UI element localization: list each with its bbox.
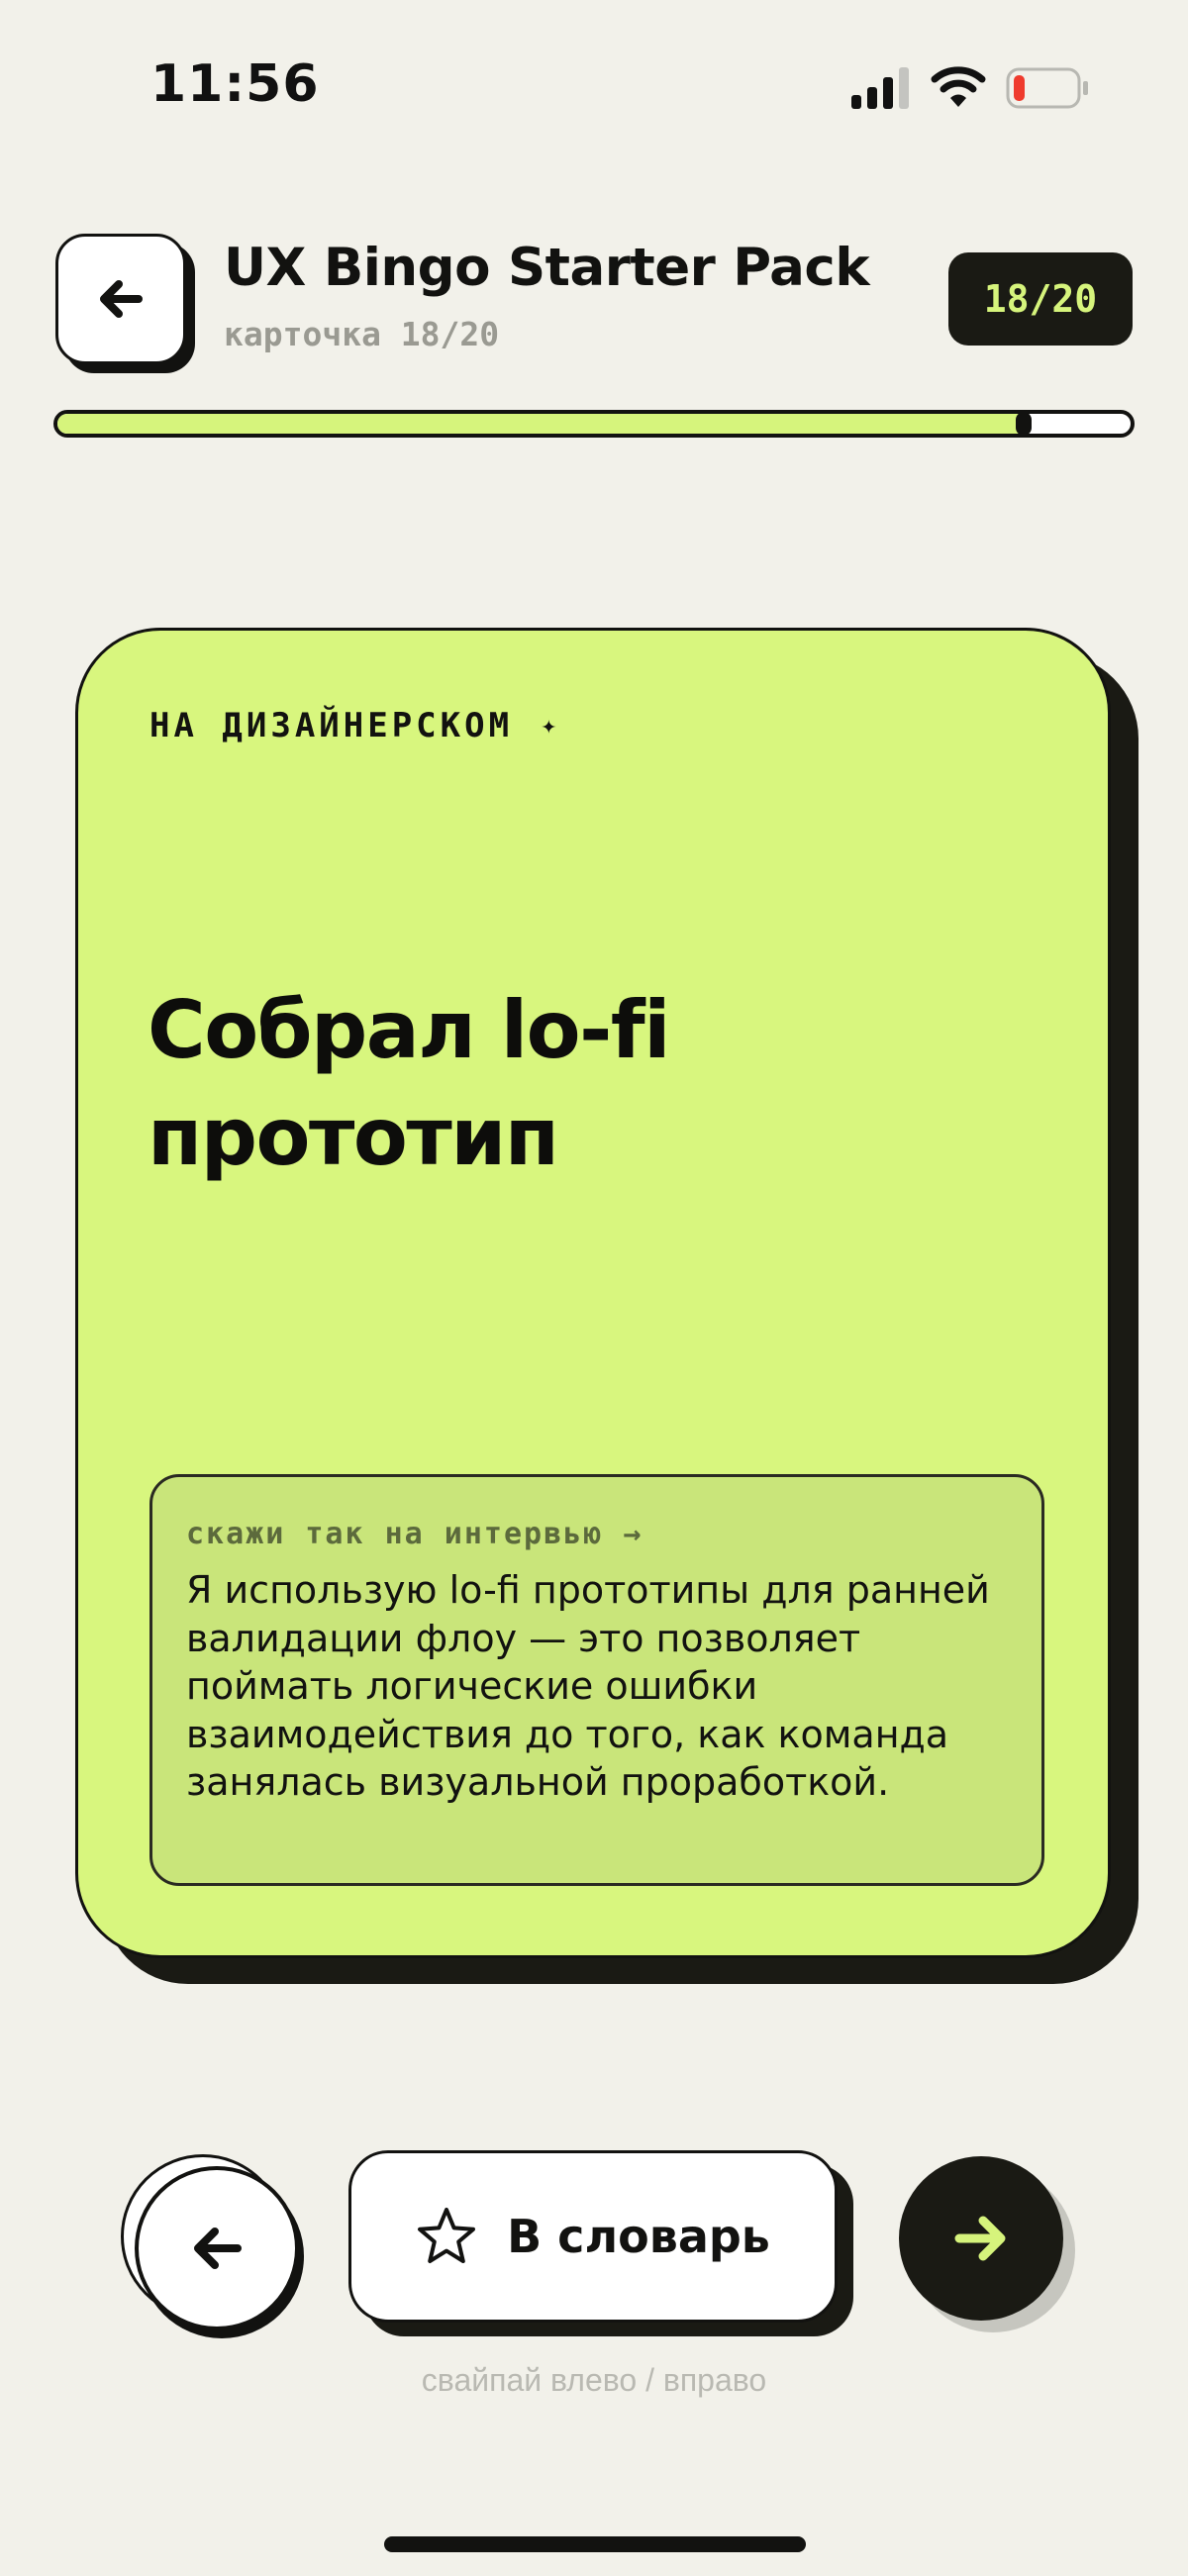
progress-bar [53, 410, 1135, 438]
card-term: Собрал lo-fi прототип [148, 984, 671, 1183]
card-counter-label: карточка 18/20 [224, 315, 500, 353]
card-category-label: НА ДИЗАЙНЕРСКОМ [149, 706, 514, 745]
wifi-icon [931, 66, 986, 107]
arrow-left-icon [194, 2228, 242, 2269]
swipe-hint: свайпай влево / вправо [421, 2362, 767, 2398]
page-title: UX Bingo Starter Pack [224, 238, 870, 298]
star-outline-icon [418, 2208, 476, 2263]
back-button[interactable] [55, 234, 186, 364]
add-to-dictionary-label: В словарь [507, 2210, 770, 2263]
next-card-button[interactable] [899, 2156, 1063, 2321]
card-category-tag: НА ДИЗАЙНЕРСКОМ ✦ [149, 706, 560, 745]
progress-bar-fill [57, 414, 1024, 434]
status-bar: 11:56 [0, 0, 1188, 178]
battery-low-icon [1006, 67, 1088, 109]
interview-tip-label: скажи так на интервью → [186, 1517, 644, 1551]
arrow-right-icon [954, 2216, 1006, 2261]
status-time: 11:56 [150, 54, 320, 114]
sparkle-icon: ✦ [541, 711, 561, 741]
arrow-left-icon [100, 280, 143, 318]
cellular-signal-icon [851, 67, 909, 109]
progress-marker [1015, 414, 1032, 434]
interview-tip-text: Я использую lo-fi прототипы для ранней в… [186, 1568, 990, 1804]
progress-count-badge: 18/20 [948, 252, 1133, 346]
interview-tip-box: скажи так на интервью → Я использую lo-f… [149, 1474, 1044, 1886]
flash-card[interactable]: НА ДИЗАЙНЕРСКОМ ✦ Собрал lo-fi прототип … [75, 628, 1111, 1958]
home-indicator[interactable] [384, 2536, 806, 2552]
add-to-dictionary-button[interactable]: В словарь [348, 2150, 838, 2323]
previous-card-button[interactable] [135, 2166, 299, 2330]
